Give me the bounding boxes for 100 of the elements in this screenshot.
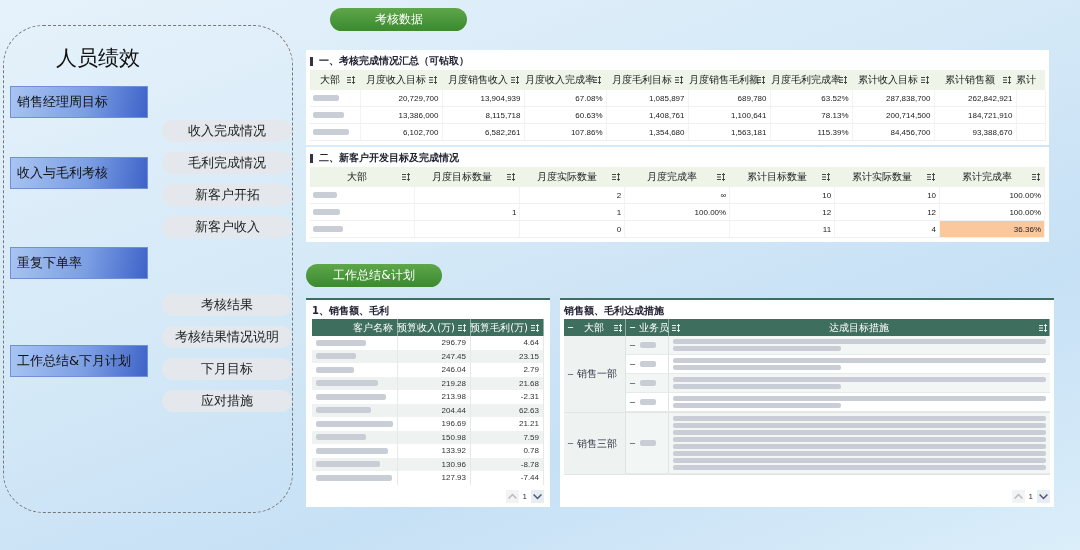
blurred-text [316,339,366,346]
section-button[interactable]: 工作总结&下月计划 [10,345,148,377]
sub-item-button[interactable]: 新客户收入 [162,216,292,238]
page-number: 1 [522,492,527,501]
sub-item-button[interactable]: 考核结果情况说明 [162,326,292,348]
table-cell: 247.45 [398,349,471,363]
table-cell: 10 [834,187,940,204]
column-header[interactable]: 累计收入目标 [852,70,934,90]
column-header[interactable]: 月度实际数量 [519,167,625,187]
table-title: 销售额、毛利达成措施 [564,304,665,318]
next-page-button[interactable] [1037,490,1050,503]
sort-icon[interactable] [757,76,765,84]
table-cell: 115.39% [770,123,852,141]
table-cell: 100.00% [939,187,1045,204]
sort-icon[interactable] [593,76,601,84]
sub-item-button[interactable]: 应对措施 [162,390,292,412]
table-cell: 62.63 [471,403,544,417]
sort-icon[interactable] [1003,76,1011,84]
sort-icon[interactable] [506,173,515,181]
blurred-text [316,380,378,387]
sort-icon[interactable] [839,76,847,84]
sort-icon[interactable] [926,173,935,181]
table-cell: 60.63% [524,106,606,124]
sort-icon[interactable] [401,173,410,181]
blurred-text [313,226,343,232]
sort-icon[interactable] [347,76,355,84]
column-header[interactable]: 月度收入目标 [360,70,442,90]
sort-icon[interactable] [611,173,620,181]
column-header[interactable]: 月度销售收入 [442,70,524,90]
table-title: 二、新客户开发目标及完成情况 [319,151,459,165]
sort-icon[interactable] [821,173,830,181]
collapse-icon[interactable] [629,324,636,331]
column-header[interactable]: 大部 [310,70,360,90]
column-header[interactable]: 客户名称 [312,319,398,336]
section-header-button[interactable]: 工作总结&计划 [306,264,442,287]
sort-icon[interactable] [511,76,519,84]
table-cell: 13,386,000 [360,106,442,124]
table-cell: 67.08% [524,90,606,107]
table-cell: 200,714,500 [852,106,934,124]
column-header[interactable]: 累计完成率 [939,167,1045,187]
table-cell: 213.98 [398,390,471,404]
sub-item-button[interactable]: 收入完成情况 [162,120,292,142]
table-cell: 1,354,680 [606,123,688,141]
blurred-text [316,434,366,441]
table-cell: 127.93 [398,471,471,485]
table-cell: 63.52% [770,90,852,107]
table-cell: 1 [519,203,625,221]
blurred-text [640,380,656,386]
table-cell: -2.31 [471,390,544,404]
column-header[interactable]: 月度收入完成率 [524,70,606,90]
table-cell: 11 [729,220,835,238]
table-cell: -8.78 [471,457,544,471]
sort-icon[interactable] [921,76,929,84]
blurred-text [316,353,356,360]
sort-icon[interactable] [675,76,683,84]
table-title: 1、销售额、毛利 [312,304,390,318]
blurred-text [313,95,339,101]
column-header[interactable]: 月度完成率 [624,167,730,187]
column-header[interactable]: 月度销售毛利额 [688,70,770,90]
sub-item-button[interactable]: 新客户开拓 [162,184,292,206]
blurred-text [316,407,371,414]
section-button[interactable]: 重复下单率 [10,247,148,279]
table-cell: 150.98 [398,430,471,444]
column-header[interactable]: 累计 [1016,70,1045,90]
blurred-text [316,447,388,454]
sub-item-button[interactable]: 考核结果 [162,294,292,316]
section-button[interactable]: 收入与毛利考核 [10,157,148,189]
column-header[interactable]: 月度毛利完成率 [770,70,852,90]
sort-icon[interactable] [716,173,725,181]
table-cell: 1,563,181 [688,123,770,141]
table-cell: 13,904,939 [442,90,524,107]
section-header-button[interactable]: 考核数据 [330,8,467,31]
table-cell: 1 [414,203,520,221]
section-button[interactable]: 销售经理周目标 [10,86,148,118]
table-cell: 93,388,670 [934,123,1016,141]
table-cell: 12 [834,203,940,221]
blurred-text [313,209,340,215]
table-cell: 296.79 [398,336,471,350]
collapse-icon[interactable] [567,440,574,447]
blurred-text [316,366,354,373]
table-cell: 0.78 [471,444,544,458]
column-header[interactable]: 月度毛利目标 [606,70,688,90]
next-page-button[interactable] [531,490,544,503]
column-header[interactable]: 预算毛利(万) [471,319,544,336]
blurred-text [313,192,337,198]
blurred-text [313,112,344,118]
column-header[interactable]: 预算收入(万) [398,319,471,336]
column-header[interactable]: 月度目标数量 [414,167,520,187]
sub-item-button[interactable]: 毛利完成情况 [162,152,292,174]
table-cell: 196.69 [398,417,471,431]
column-header[interactable]: 大部 [310,167,415,187]
table-cell: 4.64 [471,336,544,350]
blurred-text [316,393,386,400]
column-header[interactable]: 累计目标数量 [729,167,835,187]
column-header[interactable]: 累计销售额 [934,70,1016,90]
sort-icon[interactable] [1031,173,1040,181]
collapse-icon[interactable] [567,324,574,331]
sub-item-button[interactable]: 下月目标 [162,358,292,380]
sort-icon[interactable] [429,76,437,84]
column-header[interactable]: 累计实际数量 [834,167,940,187]
